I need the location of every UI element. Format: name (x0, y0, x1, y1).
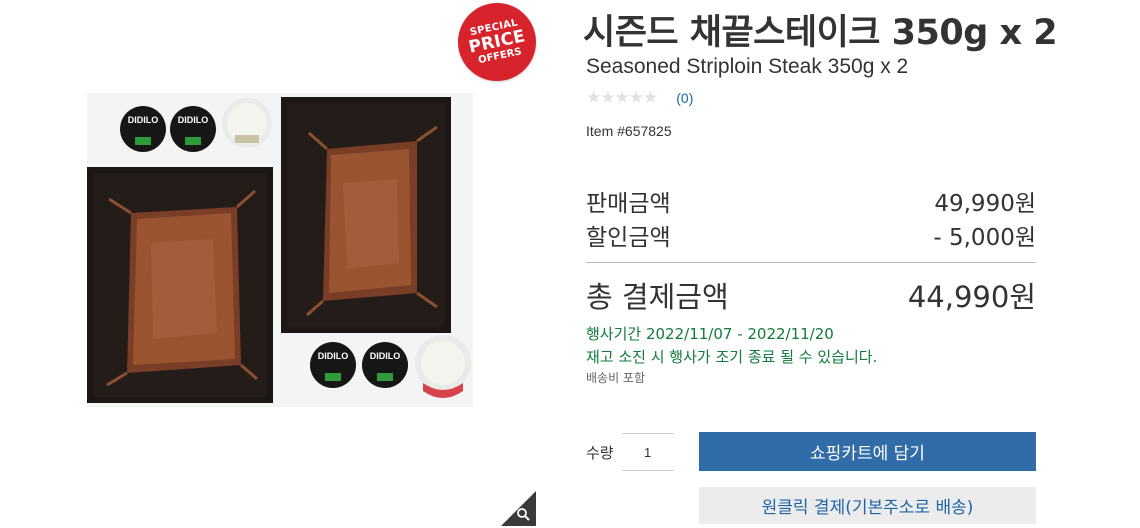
sale-price-value: 49,990원 (934, 191, 1036, 217)
magnifier-icon (501, 491, 536, 526)
discount-value: - 5,000원 (933, 225, 1036, 251)
total-price-label: 총 결제금액 (586, 280, 729, 314)
product-image[interactable]: DIDILO DIDILO DIDILO DIDILO (87, 93, 473, 407)
cup-label-4: DIDILO (370, 351, 401, 361)
discount-row: 할인금액 - 5,000원 (586, 218, 1036, 252)
zoom-button[interactable] (501, 491, 536, 526)
star-icon: ★ (628, 88, 644, 107)
discount-label: 할인금액 (586, 225, 671, 251)
star-icon: ★ (586, 88, 601, 107)
cup-label-1: DIDILO (128, 115, 159, 125)
promo-period: 행사기간 2022/11/07 - 2022/11/20 (586, 325, 834, 343)
price-divider (586, 262, 1036, 263)
product-subtitle: Seasoned Striploin Steak 350g x 2 (586, 55, 909, 78)
product-title: 시즌드 채끝스테이크 350g x 2 (583, 13, 1058, 53)
total-price-row: 총 결제금액 44,990원 (586, 274, 1036, 316)
promo-note: 재고 소진 시 행사가 조기 종료 될 수 있습니다. (586, 348, 878, 366)
quantity-label: 수량 (586, 444, 614, 462)
special-price-badge: SPECIAL PRICE OFFERS (450, 0, 544, 89)
star-icon: ★ (600, 88, 615, 107)
cup-label-2: DIDILO (178, 115, 209, 125)
total-price-value: 44,990원 (907, 280, 1036, 314)
star-icon: ★ (614, 88, 630, 107)
sale-price-label: 판매금액 (586, 191, 671, 217)
product-rating: ★ ★ ★ ★ ★ (0) (586, 88, 693, 108)
item-number: Item #657825 (586, 123, 672, 139)
sale-price-row: 판매금액 49,990원 (586, 184, 1036, 218)
review-count-link[interactable]: (0) (676, 90, 693, 106)
star-icon: ★ (643, 88, 658, 107)
add-to-cart-button[interactable]: 쇼핑카트에 담기 (699, 432, 1036, 471)
shipping-info: 배송비 포함 (586, 371, 646, 385)
one-click-buy-button[interactable]: 원클릭 결제(기본주소로 배송) (699, 487, 1036, 524)
quantity-input[interactable] (622, 433, 674, 471)
cup-label-3: DIDILO (318, 351, 349, 361)
star-rating: ★ ★ ★ ★ ★ (586, 88, 658, 108)
